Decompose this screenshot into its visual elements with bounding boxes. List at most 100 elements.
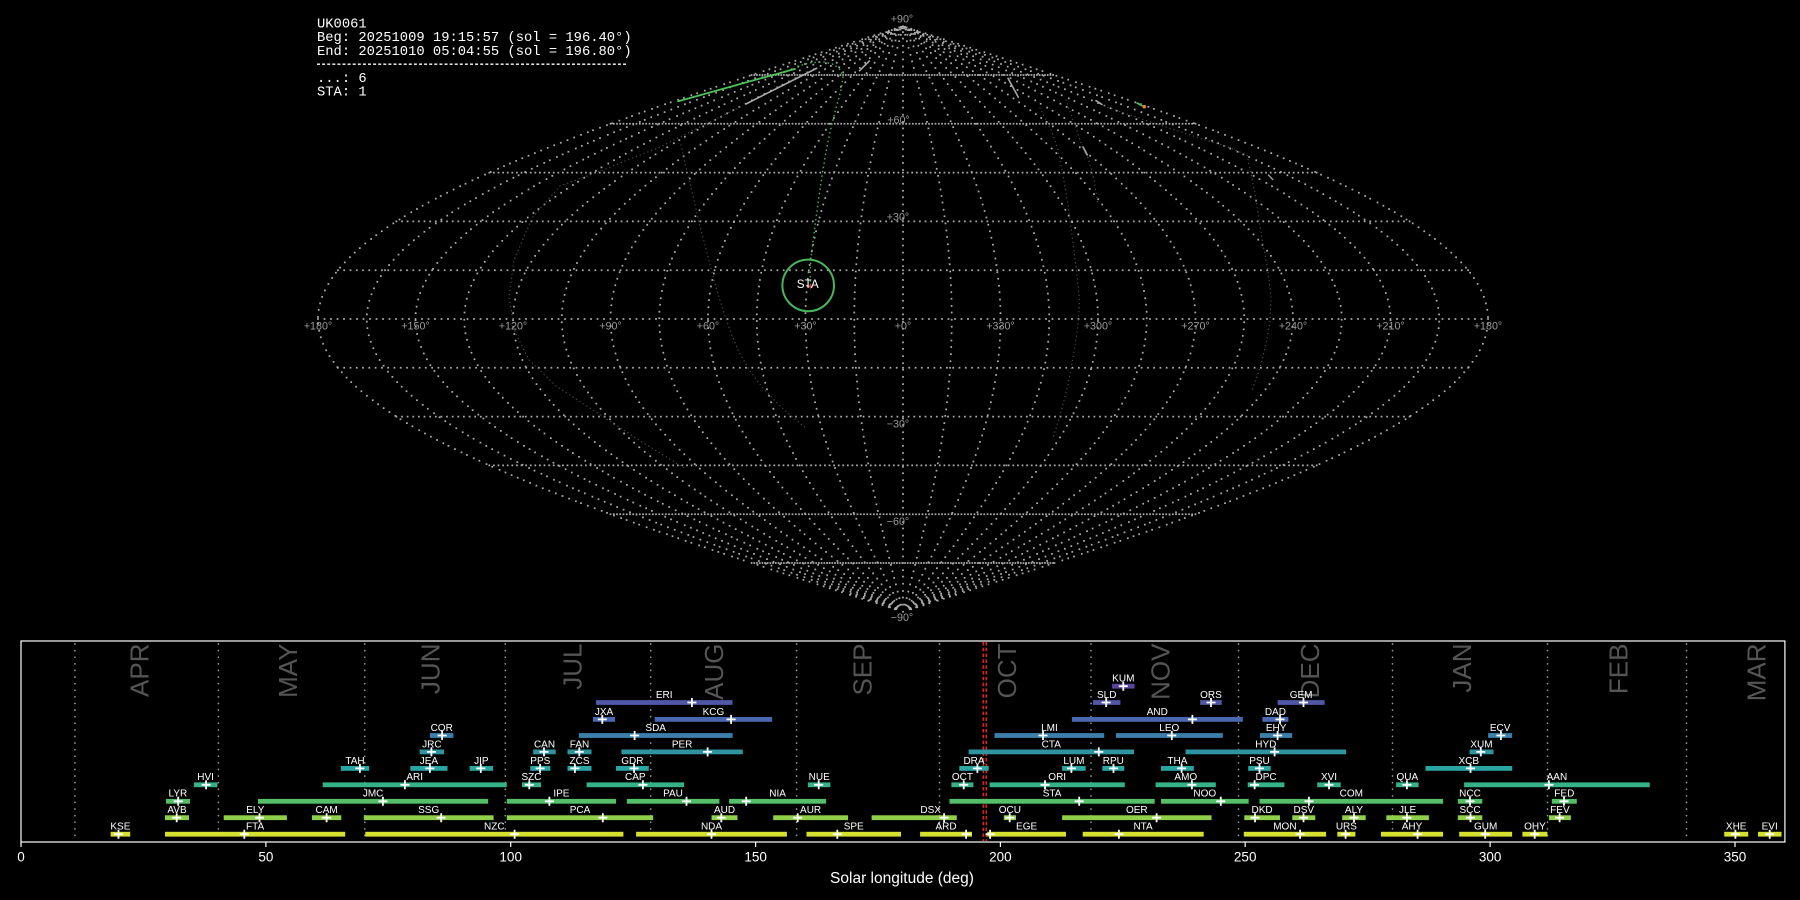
svg-text:MAY: MAY bbox=[273, 644, 303, 698]
svg-text:CTA: CTA bbox=[1042, 739, 1062, 750]
svg-text:50: 50 bbox=[258, 850, 273, 865]
svg-text:GDR: GDR bbox=[621, 756, 643, 767]
svg-text:XVI: XVI bbox=[1321, 772, 1337, 783]
svg-text:AVB: AVB bbox=[167, 805, 187, 816]
svg-text:FTA: FTA bbox=[246, 822, 264, 833]
svg-text:+240°: +240° bbox=[1279, 321, 1307, 333]
svg-text:JXA: JXA bbox=[595, 707, 614, 718]
svg-text:ARD: ARD bbox=[935, 822, 956, 833]
svg-text:SDA: SDA bbox=[645, 723, 666, 734]
svg-text:FAN: FAN bbox=[570, 739, 589, 750]
svg-text:+0°: +0° bbox=[895, 321, 911, 333]
svg-text:APR: APR bbox=[124, 644, 154, 697]
svg-text:FEV: FEV bbox=[1550, 805, 1570, 816]
svg-text:NCC: NCC bbox=[1459, 789, 1481, 800]
svg-text:DAD: DAD bbox=[1265, 707, 1286, 718]
svg-text:ARI: ARI bbox=[406, 772, 423, 783]
svg-text:300: 300 bbox=[1479, 850, 1502, 865]
svg-text:+270°: +270° bbox=[1181, 321, 1209, 333]
svg-text:RPU: RPU bbox=[1103, 756, 1124, 767]
svg-text:IPE: IPE bbox=[553, 789, 569, 800]
svg-text:SEP: SEP bbox=[847, 644, 877, 696]
svg-text:LMI: LMI bbox=[1041, 723, 1058, 734]
svg-text:STA: 1: STA: 1 bbox=[317, 86, 367, 101]
svg-text:0: 0 bbox=[17, 850, 25, 865]
svg-text:+120°: +120° bbox=[499, 321, 527, 333]
svg-text:ALY: ALY bbox=[1345, 805, 1363, 816]
svg-text:HVI: HVI bbox=[197, 772, 214, 783]
svg-text:Solar longitude (deg): Solar longitude (deg) bbox=[830, 870, 974, 887]
svg-text:+90°: +90° bbox=[891, 14, 913, 26]
svg-text:THA: THA bbox=[1167, 756, 1187, 767]
svg-text:ZCS: ZCS bbox=[570, 756, 590, 767]
svg-text:ORS: ORS bbox=[1200, 690, 1222, 701]
svg-text:CAP: CAP bbox=[625, 772, 646, 783]
svg-text:ERI: ERI bbox=[656, 690, 673, 701]
svg-text:KUM: KUM bbox=[1112, 674, 1134, 685]
svg-text:JLE: JLE bbox=[1399, 805, 1417, 816]
svg-text:DPC: DPC bbox=[1256, 772, 1277, 783]
svg-text:XUM: XUM bbox=[1470, 739, 1492, 750]
svg-text:+30°: +30° bbox=[887, 212, 909, 224]
svg-text:−30°: −30° bbox=[887, 419, 909, 431]
svg-text:ELY: ELY bbox=[246, 805, 264, 816]
svg-text:XCB: XCB bbox=[1459, 756, 1480, 767]
svg-text:PER: PER bbox=[672, 739, 693, 750]
svg-text:DRA: DRA bbox=[963, 756, 984, 767]
svg-text:+150°: +150° bbox=[401, 321, 429, 333]
svg-text:CAN: CAN bbox=[534, 739, 555, 750]
svg-text:DSX: DSX bbox=[920, 805, 941, 816]
svg-text:MON: MON bbox=[1273, 822, 1296, 833]
svg-text:JAN: JAN bbox=[1447, 644, 1477, 693]
svg-text:ORI: ORI bbox=[1048, 772, 1066, 783]
svg-text:AND: AND bbox=[1147, 707, 1168, 718]
svg-text:CAM: CAM bbox=[315, 805, 337, 816]
svg-text:FEB: FEB bbox=[1603, 644, 1633, 695]
svg-text:+60°: +60° bbox=[887, 115, 909, 127]
svg-text:+180°: +180° bbox=[304, 321, 332, 333]
svg-text:NUE: NUE bbox=[809, 772, 830, 783]
svg-text:−60°: −60° bbox=[887, 516, 909, 528]
svg-text:NDA: NDA bbox=[701, 822, 722, 833]
svg-text:EVI: EVI bbox=[1762, 822, 1778, 833]
svg-text:350: 350 bbox=[1724, 850, 1747, 865]
svg-text:SCC: SCC bbox=[1459, 805, 1480, 816]
svg-text:AAN: AAN bbox=[1547, 772, 1568, 783]
svg-text:OER: OER bbox=[1126, 805, 1148, 816]
svg-text:GUM: GUM bbox=[1474, 822, 1497, 833]
svg-text:HYD: HYD bbox=[1255, 739, 1276, 750]
svg-text:AUD: AUD bbox=[714, 805, 735, 816]
svg-text:NZC: NZC bbox=[484, 822, 505, 833]
svg-text:FED: FED bbox=[1554, 789, 1574, 800]
svg-text:TAH: TAH bbox=[345, 756, 364, 767]
svg-text:COM: COM bbox=[1340, 789, 1363, 800]
svg-text:EGE: EGE bbox=[1016, 822, 1037, 833]
svg-text:+210°: +210° bbox=[1376, 321, 1404, 333]
svg-text:JEA: JEA bbox=[420, 756, 439, 767]
svg-text:MAR: MAR bbox=[1741, 644, 1771, 702]
svg-text:JUN: JUN bbox=[415, 644, 445, 695]
svg-text:AHY: AHY bbox=[1402, 822, 1423, 833]
svg-text:SLD: SLD bbox=[1097, 690, 1116, 701]
svg-text:LUM: LUM bbox=[1063, 756, 1084, 767]
svg-text:NIA: NIA bbox=[769, 789, 786, 800]
svg-text:−90°: −90° bbox=[891, 612, 913, 624]
svg-text:GEM: GEM bbox=[1290, 690, 1313, 701]
svg-text:COR: COR bbox=[431, 723, 453, 734]
svg-text:250: 250 bbox=[1234, 850, 1257, 865]
svg-text:URS: URS bbox=[1336, 822, 1357, 833]
svg-text:+90°: +90° bbox=[599, 321, 621, 333]
svg-text:PCA: PCA bbox=[570, 805, 591, 816]
svg-text:DSV: DSV bbox=[1294, 805, 1315, 816]
svg-text:EHY: EHY bbox=[1266, 723, 1287, 734]
svg-text:NTA: NTA bbox=[1133, 822, 1153, 833]
svg-text:Beg: 20251009 19:15:57 (sol =: Beg: 20251009 19:15:57 (sol = 196.40°) bbox=[317, 30, 632, 46]
svg-text:+60°: +60° bbox=[697, 321, 719, 333]
svg-text:NOV: NOV bbox=[1145, 643, 1175, 700]
svg-text:LEO: LEO bbox=[1159, 723, 1179, 734]
svg-text:+30°: +30° bbox=[794, 321, 816, 333]
svg-text:DKD: DKD bbox=[1252, 805, 1273, 816]
svg-text:STA: STA bbox=[797, 278, 819, 291]
svg-text:OCU: OCU bbox=[999, 805, 1021, 816]
svg-text:OCT: OCT bbox=[952, 772, 973, 783]
